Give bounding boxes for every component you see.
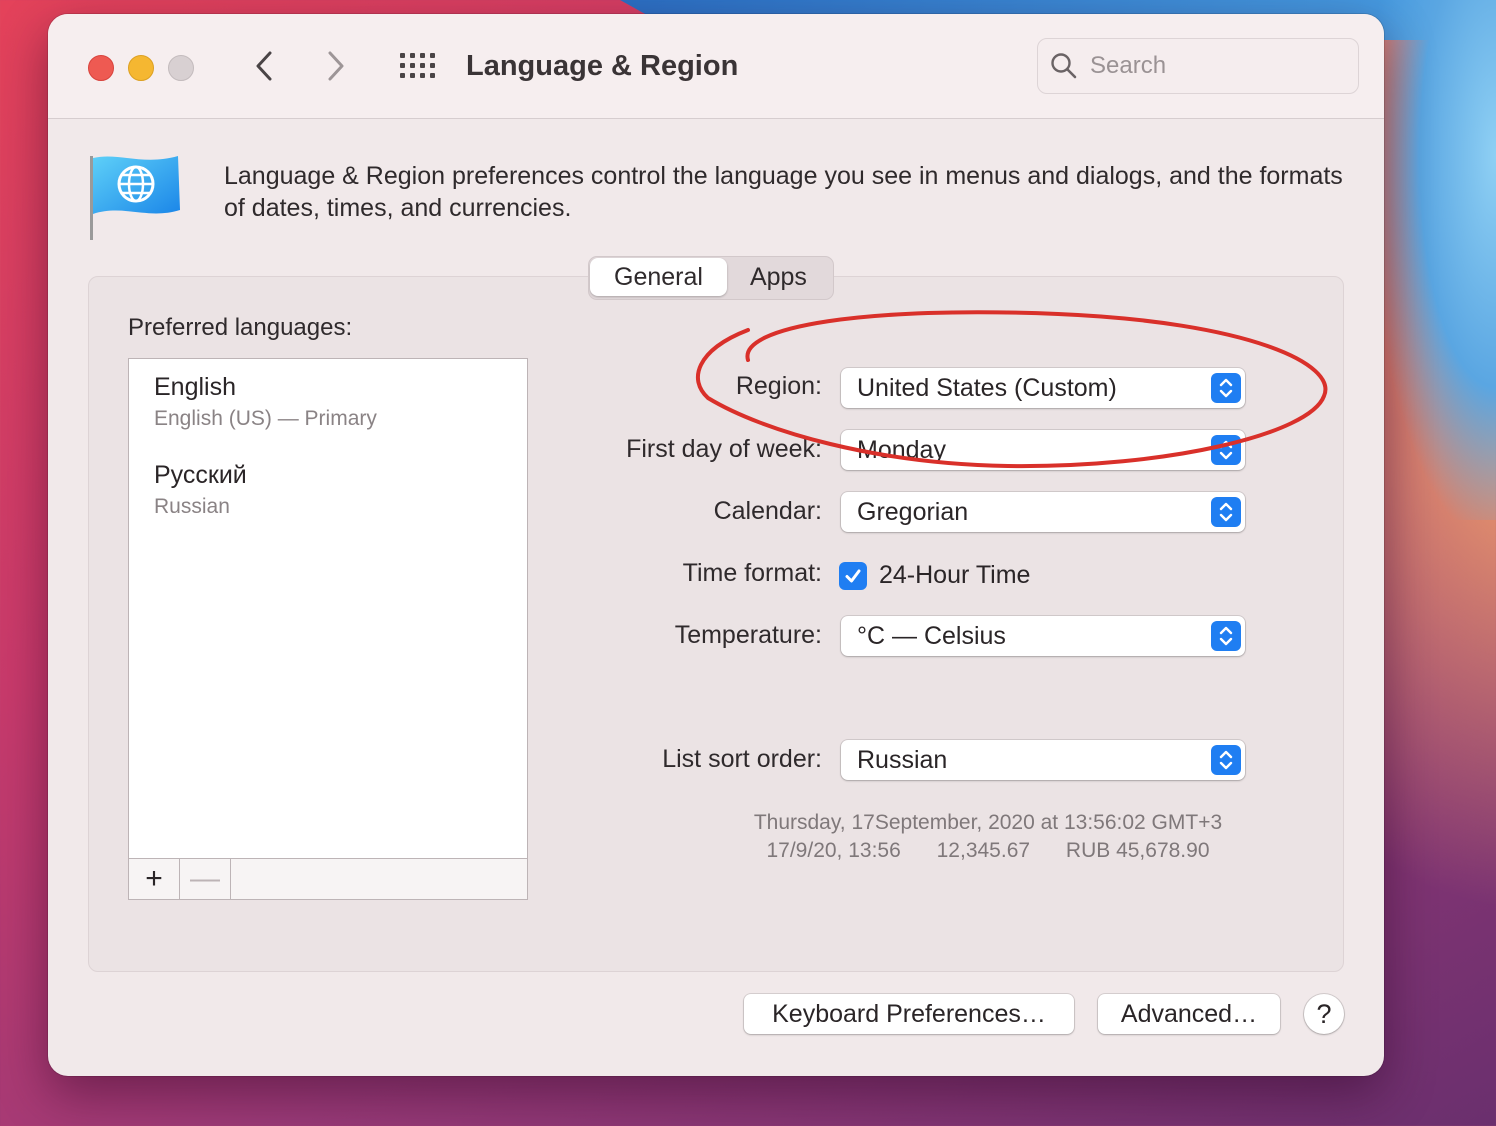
window-title: Language & Region	[466, 50, 739, 82]
stepper-arrows-icon	[1211, 745, 1241, 775]
zoom-button[interactable]	[168, 55, 194, 81]
pane-description: Language & Region preferences control th…	[224, 162, 1343, 222]
search-field[interactable]	[1037, 38, 1359, 94]
calendar-value: Gregorian	[857, 498, 969, 526]
keyboard-preferences-button[interactable]: Keyboard Preferences…	[744, 994, 1074, 1034]
help-button[interactable]: ?	[1304, 994, 1344, 1034]
24-hour-checkbox[interactable]	[839, 562, 867, 590]
preferred-languages-label: Preferred languages:	[128, 314, 353, 341]
language-name: Русский	[154, 461, 247, 489]
format-sample-short: 17/9/20, 13:56 12,345.67 RUB 45,678.90	[648, 839, 1328, 863]
calendar-popup[interactable]: Gregorian	[841, 492, 1245, 532]
region-label: Region:	[735, 372, 822, 400]
tab-apps[interactable]: Apps	[728, 257, 833, 297]
sample-number: 12,345.67	[936, 839, 1031, 862]
checkmark-icon	[845, 569, 861, 583]
region-popup[interactable]: United States (Custom)	[841, 368, 1245, 408]
list-sort-label: List sort order:	[662, 745, 822, 773]
stepper-arrows-icon	[1211, 621, 1241, 651]
forward-button[interactable]	[316, 46, 356, 86]
format-sample-long: Thursday, 17September, 2020 at 13:56:02 …	[753, 811, 1223, 834]
language-detail: Russian	[154, 495, 230, 518]
stepper-arrows-icon	[1211, 497, 1241, 527]
list-sort-value: Russian	[857, 746, 948, 774]
close-button[interactable]	[88, 55, 114, 81]
24-hour-label[interactable]: 24-Hour Time	[879, 558, 1030, 592]
forward-chevron-icon	[328, 51, 344, 81]
calendar-label: Calendar:	[713, 497, 822, 525]
first-day-value: Monday	[857, 436, 946, 464]
sample-date: 17/9/20, 13:56	[766, 839, 901, 862]
add-language-button[interactable]: +	[129, 859, 180, 899]
desktop-wallpaper-blue	[1376, 0, 1496, 520]
back-button[interactable]	[244, 46, 284, 86]
show-all-button[interactable]	[398, 50, 438, 82]
list-footer: + —	[129, 858, 527, 899]
list-sort-popup[interactable]: Russian	[841, 740, 1245, 780]
search-input[interactable]	[1090, 39, 1346, 93]
list-item[interactable]: English English (US) — Primary	[154, 371, 377, 433]
temperature-value: °C — Celsius	[857, 622, 1006, 650]
grid-icon	[400, 53, 435, 78]
temperature-popup[interactable]: °C — Celsius	[841, 616, 1245, 656]
temperature-label: Temperature:	[674, 621, 822, 649]
stepper-arrows-icon	[1211, 435, 1241, 465]
tab-bar: General Apps	[588, 256, 834, 300]
search-icon	[1051, 53, 1077, 79]
globe-flag-icon	[90, 156, 180, 240]
region-value: United States (Custom)	[857, 374, 1117, 402]
time-format-label: Time format:	[682, 559, 822, 587]
tab-general[interactable]: General	[590, 258, 727, 296]
advanced-button[interactable]: Advanced…	[1098, 994, 1280, 1034]
sample-currency: RUB 45,678.90	[1065, 839, 1210, 862]
list-item[interactable]: Русский Russian	[154, 459, 247, 521]
first-day-label: First day of week:	[626, 435, 822, 463]
stepper-arrows-icon	[1211, 373, 1241, 403]
minimize-button[interactable]	[128, 55, 154, 81]
remove-language-button[interactable]: —	[180, 859, 231, 899]
back-chevron-icon	[256, 51, 272, 81]
language-name: English	[154, 373, 236, 401]
preferred-languages-list[interactable]: English English (US) — Primary Русский R…	[128, 358, 528, 900]
toolbar: Language & Region	[48, 14, 1384, 119]
language-detail: English (US) — Primary	[154, 407, 377, 430]
preferences-window: Language & Region Language & Region pref…	[48, 14, 1384, 1076]
first-day-popup[interactable]: Monday	[841, 430, 1245, 470]
